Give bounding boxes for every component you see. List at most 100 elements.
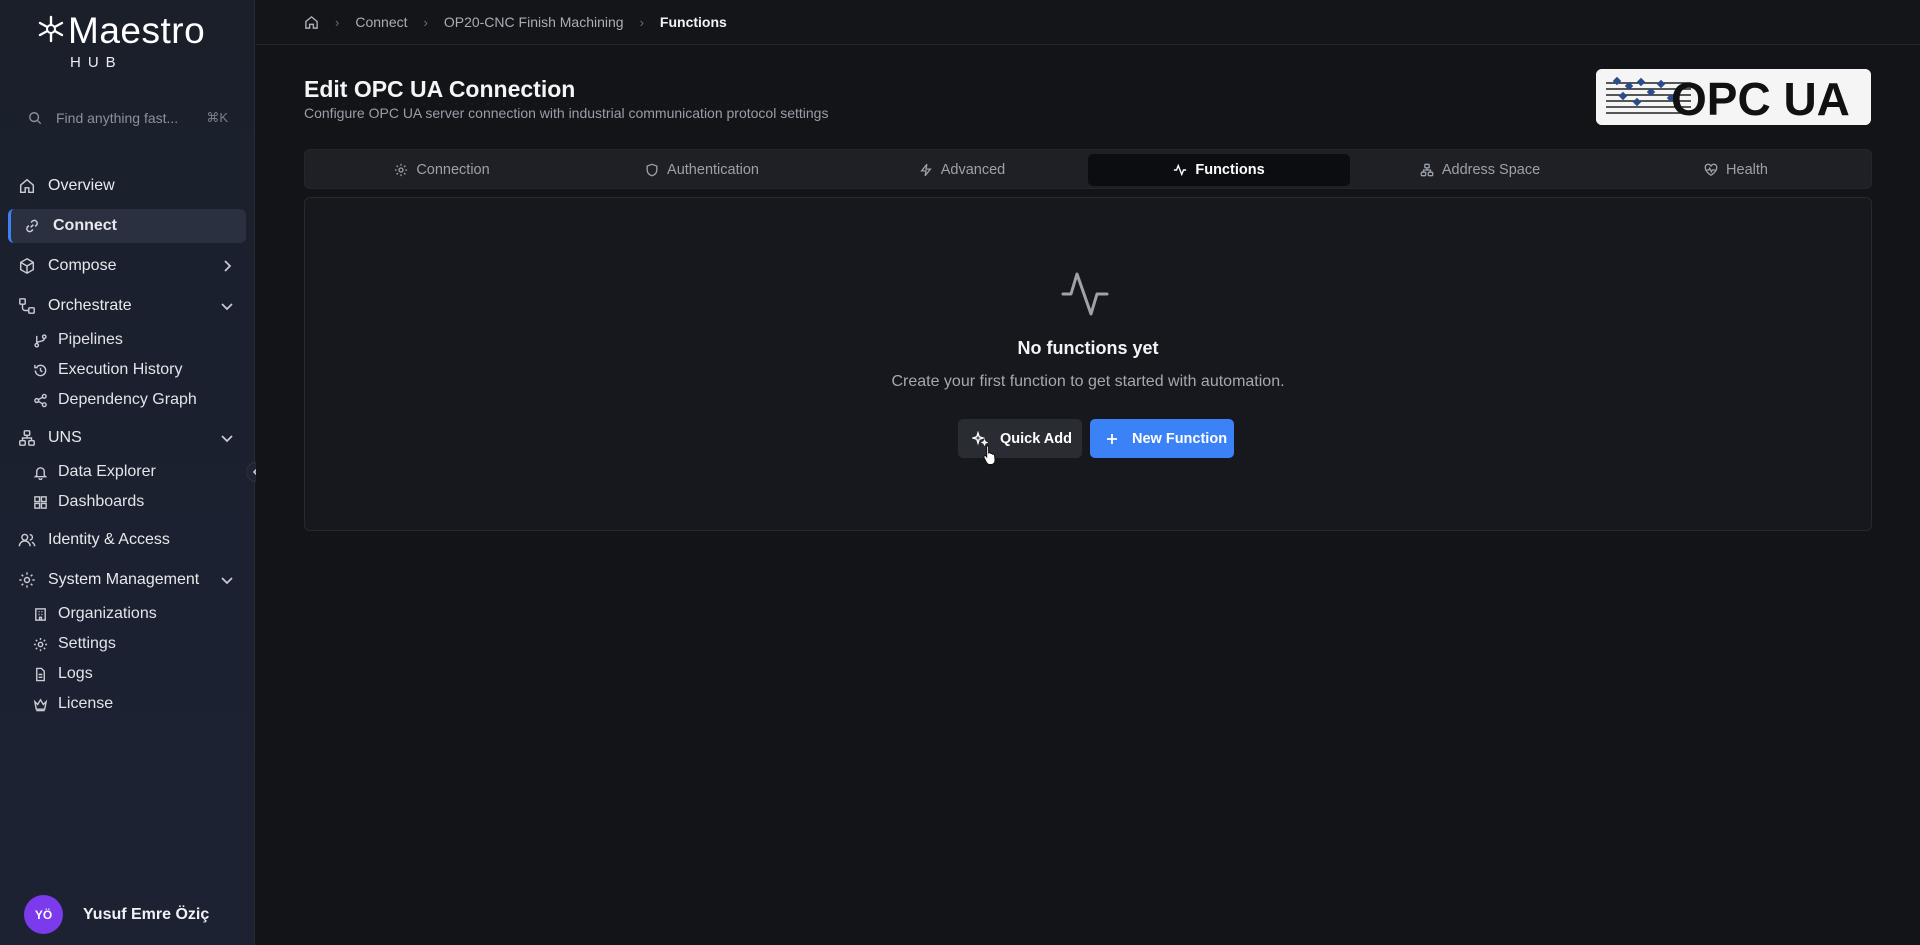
gear-icon (19, 572, 35, 588)
tab-authentication[interactable]: Authentication (571, 154, 833, 186)
sidebar-item-uns[interactable]: UNS (8, 421, 246, 455)
network-icon (1420, 163, 1434, 177)
sidebar-item-dependency-graph[interactable]: Dependency Graph (33, 387, 243, 413)
sidebar-item-connect[interactable]: Connect (8, 209, 246, 243)
grid-icon (34, 495, 47, 509)
tab-health[interactable]: Health (1605, 154, 1867, 186)
activity-icon (1174, 163, 1187, 177)
page-title: Edit OPC UA Connection (304, 76, 576, 102)
tab-label: Authentication (667, 162, 759, 178)
sidebar-item-dashboards[interactable]: Dashboards (33, 489, 243, 515)
app-logo[interactable]: Maestro HUB (36, 10, 226, 71)
zap-icon (920, 163, 932, 177)
sidebar-item-label: Identity & Access (48, 531, 170, 548)
network-icon (19, 430, 35, 446)
gear-icon (395, 163, 408, 177)
tab-label: Health (1726, 162, 1768, 178)
sidebar-item-label: Data Explorer (58, 463, 156, 480)
file-icon (36, 667, 45, 681)
sidebar-item-organizations[interactable]: Organizations (33, 601, 243, 627)
avatar: YÖ (24, 895, 63, 934)
plus-icon (1107, 433, 1117, 444)
git-branch-icon (34, 333, 47, 348)
sidebar-item-label: Compose (48, 257, 117, 274)
building-icon (35, 607, 46, 621)
share-icon (34, 393, 47, 407)
users-icon (18, 533, 36, 547)
quick-add-button[interactable]: Quick Add (958, 419, 1082, 458)
new-function-button[interactable]: New Function (1090, 419, 1234, 458)
opc-ua-logo: OPC UA (1596, 69, 1871, 125)
sidebar-item-execution-history[interactable]: Execution History (33, 357, 243, 383)
shield-icon (646, 163, 658, 177)
user-profile[interactable]: YÖ Yusuf Emre Öziç (24, 895, 209, 934)
chevron-down-icon[interactable] (220, 299, 234, 313)
cube-icon (19, 257, 35, 275)
sidebar-item-logs[interactable]: Logs (33, 661, 243, 687)
sidebar-item-data-explorer[interactable]: Data Explorer (33, 459, 243, 485)
sidebar-item-system-management[interactable]: System Management (8, 563, 246, 597)
chevron-right-icon: › (335, 14, 340, 30)
chevron-right-icon: › (423, 14, 428, 30)
breadcrumb-current: Functions (659, 14, 727, 30)
workflow-icon (19, 298, 35, 314)
crown-icon (33, 697, 48, 711)
empty-state-description: Create your first function to get starte… (891, 373, 1285, 390)
user-name: Yusuf Emre Öziç (83, 905, 210, 923)
sidebar-item-orchestrate[interactable]: Orchestrate (8, 289, 246, 323)
page-subtitle: Configure OPC UA server connection with … (304, 105, 829, 121)
tab-connection[interactable]: Connection (311, 154, 573, 186)
sidebar-item-label: Pipelines (58, 331, 123, 348)
sidebar-item-license[interactable]: License (33, 691, 243, 717)
sidebar-item-label: Dependency Graph (58, 391, 197, 408)
history-icon (34, 364, 47, 376)
tab-address-space[interactable]: Address Space (1349, 154, 1611, 186)
heart-pulse-icon (1704, 163, 1718, 177)
home-icon (19, 178, 35, 194)
sidebar-item-label: Orchestrate (48, 297, 132, 314)
sidebar-item-label: Dashboards (58, 493, 145, 510)
empty-state-title: No functions yet (1017, 338, 1159, 358)
main-content: › Connect › OP20-CNC Finish Machining › … (256, 0, 1920, 945)
chevron-right-icon: › (639, 14, 644, 30)
sidebar-item-pipelines[interactable]: Pipelines (33, 327, 243, 353)
sidebar-item-label: Connect (53, 217, 117, 234)
tab-label: Connection (416, 162, 490, 178)
tab-label: Functions (1195, 162, 1265, 178)
sidebar-item-label: System Management (48, 571, 200, 588)
hand-cursor-icon (983, 445, 996, 465)
chevron-right-icon[interactable] (220, 259, 234, 273)
bell-icon (33, 466, 48, 480)
sidebar-item-label: License (58, 695, 114, 712)
search-icon (29, 112, 42, 125)
search-input[interactable]: Find anything fast... ⌘K (28, 106, 228, 130)
quick-add-label: Quick Add (1000, 430, 1072, 447)
link-icon (26, 219, 38, 233)
tab-label: Advanced (940, 162, 1006, 178)
activity-icon (1061, 272, 1109, 316)
sidebar-item-label: Settings (58, 635, 116, 652)
sidebar-item-settings[interactable]: Settings (33, 631, 243, 657)
maestro-logo-icon (38, 15, 64, 43)
home-icon[interactable] (304, 15, 319, 30)
sidebar-item-label: UNS (48, 429, 82, 446)
sidebar-item-label: Logs (58, 665, 93, 682)
search-placeholder: Find anything fast... (56, 110, 179, 126)
sidebar-item-compose[interactable]: Compose (8, 249, 246, 283)
sidebar-item-identity-access[interactable]: Identity & Access (8, 523, 246, 557)
cog-icon (33, 637, 48, 651)
tab-functions[interactable]: Functions (1088, 154, 1350, 186)
sidebar-item-label: Overview (48, 177, 115, 194)
breadcrumb: › Connect › OP20-CNC Finish Machining › … (256, 0, 1920, 45)
breadcrumb-connection[interactable]: OP20-CNC Finish Machining (444, 14, 624, 30)
opc-ua-logo-text: OPC UA (1671, 73, 1850, 125)
chevron-down-icon[interactable] (220, 431, 234, 445)
logo-subtext: HUB (70, 54, 123, 71)
sidebar-item-overview[interactable]: Overview (8, 169, 246, 203)
new-function-label: New Function (1132, 430, 1228, 447)
chevron-down-icon[interactable] (220, 573, 234, 587)
breadcrumb-connect[interactable]: Connect (355, 14, 407, 30)
sidebar-item-label: Organizations (58, 605, 157, 622)
tab-advanced[interactable]: Advanced (831, 154, 1093, 186)
sidebar-item-label: Execution History (58, 361, 183, 378)
